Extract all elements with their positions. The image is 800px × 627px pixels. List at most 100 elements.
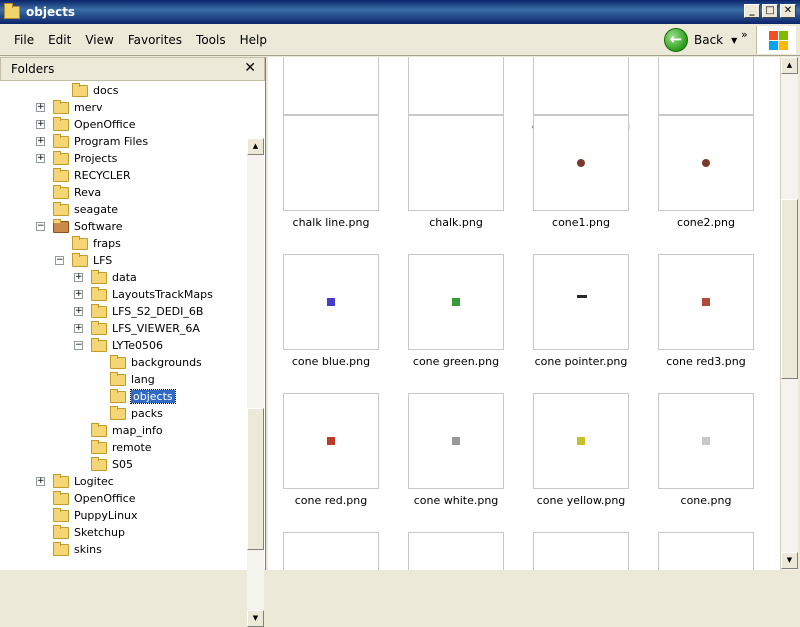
file-view-scrollbar[interactable]: ▲ ▼: [780, 57, 798, 570]
tree-expander-icon[interactable]: +: [74, 307, 83, 316]
window-title: objects: [26, 5, 76, 19]
tree-item[interactable]: packs: [110, 405, 163, 422]
tree-item[interactable]: S05: [91, 456, 133, 473]
tree-item[interactable]: − Software: [36, 218, 123, 235]
tree-item[interactable]: + OpenOffice: [36, 116, 136, 133]
maximize-button[interactable]: □: [762, 4, 778, 18]
tree-item[interactable]: fraps: [72, 235, 121, 252]
tree-item-label: packs: [131, 407, 163, 420]
tree-expander-icon[interactable]: +: [74, 273, 83, 282]
dropdown-arrow-icon[interactable]: ▼: [731, 36, 737, 45]
file-thumbnail[interactable]: [658, 254, 754, 350]
tree-item[interactable]: + LFS_VIEWER_6A: [74, 320, 200, 337]
file-thumbnail[interactable]: [658, 57, 754, 115]
file-thumbnail[interactable]: [283, 115, 379, 211]
file-thumbnail[interactable]: [283, 393, 379, 489]
tree-item-label: Logitec: [74, 475, 114, 488]
file-thumbnail[interactable]: [408, 532, 504, 570]
tree-item[interactable]: docs: [72, 82, 119, 99]
tree-item-label: LFS_S2_DEDI_6B: [112, 305, 204, 318]
file-thumbnail[interactable]: [533, 115, 629, 211]
tree-item[interactable]: + merv: [36, 99, 103, 116]
thumbnail-image: [452, 298, 460, 306]
thumbnail-image: [577, 295, 587, 298]
toolbar-overflow-icon[interactable]: »: [741, 28, 748, 41]
tree-item[interactable]: skins: [53, 541, 102, 558]
file-thumbnail[interactable]: [283, 254, 379, 350]
tree-item[interactable]: + LayoutsTrackMaps: [74, 286, 213, 303]
close-button[interactable]: ✕: [780, 4, 796, 18]
menu-view[interactable]: View: [79, 33, 119, 47]
tree-item[interactable]: Reva: [53, 184, 101, 201]
tree-expander-icon[interactable]: +: [36, 137, 45, 146]
tree-item[interactable]: + Logitec: [36, 473, 114, 490]
tree-expander-icon[interactable]: +: [36, 477, 45, 486]
scroll-thumb[interactable]: [781, 199, 798, 379]
file-thumbnail[interactable]: [533, 254, 629, 350]
menu-favorites[interactable]: Favorites: [122, 33, 188, 47]
scroll-down-icon[interactable]: ▼: [247, 610, 264, 627]
folders-pane-close-icon[interactable]: ✕: [244, 60, 256, 76]
file-thumbnail[interactable]: [658, 115, 754, 211]
scroll-down-icon[interactable]: ▼: [781, 552, 798, 569]
file-thumbnail[interactable]: [408, 254, 504, 350]
tree-item[interactable]: objects: [110, 388, 176, 405]
tree-item[interactable]: + Projects: [36, 150, 117, 167]
folder-tree-scrollbar[interactable]: ▲ ▼: [247, 138, 264, 627]
file-thumbnail[interactable]: [283, 57, 379, 115]
tree-expander-icon[interactable]: −: [55, 256, 64, 265]
scroll-up-icon[interactable]: ▲: [781, 57, 798, 74]
file-thumbnail[interactable]: [283, 532, 379, 570]
tree-expander-icon[interactable]: +: [36, 103, 45, 112]
tree-expander-icon[interactable]: +: [74, 290, 83, 299]
tree-item[interactable]: PuppyLinux: [53, 507, 138, 524]
tree-item[interactable]: OpenOffice: [53, 490, 136, 507]
tree-expander-icon[interactable]: −: [36, 222, 45, 231]
folder-icon: [53, 167, 69, 182]
back-button[interactable]: ← Back ▼: [664, 26, 737, 54]
folder-icon: [91, 337, 107, 352]
tree-item[interactable]: Sketchup: [53, 524, 125, 541]
folder-icon: [4, 2, 20, 19]
tree-item[interactable]: + data: [74, 269, 137, 286]
folder-icon: [53, 490, 69, 505]
file-name-label: chalk line.png: [292, 216, 370, 229]
folder-icon: [53, 541, 69, 556]
minimize-button[interactable]: _: [744, 4, 760, 18]
menu-file[interactable]: File: [8, 33, 40, 47]
file-thumbnail[interactable]: [533, 532, 629, 570]
thumbnail-image: [327, 298, 335, 306]
tree-item[interactable]: remote: [91, 439, 152, 456]
tree-item[interactable]: backgrounds: [110, 354, 202, 371]
scroll-thumb[interactable]: [247, 408, 264, 550]
folder-icon: [53, 473, 69, 488]
menu-help[interactable]: Help: [234, 33, 273, 47]
file-thumbnail[interactable]: [658, 532, 754, 570]
menu-edit[interactable]: Edit: [42, 33, 77, 47]
tree-item-label: remote: [112, 441, 152, 454]
tree-item[interactable]: lang: [110, 371, 155, 388]
tree-item[interactable]: + LFS_S2_DEDI_6B: [74, 303, 204, 320]
file-thumbnail[interactable]: [408, 115, 504, 211]
file-thumbnail[interactable]: [408, 393, 504, 489]
scroll-up-icon[interactable]: ▲: [247, 138, 264, 155]
file-thumbnail[interactable]: [533, 57, 629, 115]
tree-item[interactable]: RECYCLER: [53, 167, 131, 184]
tree-expander-icon[interactable]: +: [36, 120, 45, 129]
tree-item[interactable]: map_info: [91, 422, 163, 439]
menu-tools[interactable]: Tools: [190, 33, 232, 47]
file-thumbnail[interactable]: [408, 57, 504, 115]
tree-expander-icon[interactable]: +: [74, 324, 83, 333]
file-thumbnail[interactable]: [658, 393, 754, 489]
folder-icon: [110, 371, 126, 386]
tree-item[interactable]: − LYTe0506: [74, 337, 163, 354]
tree-expander-icon[interactable]: +: [36, 154, 45, 163]
tree-item[interactable]: − LFS: [55, 252, 112, 269]
tree-item-label: S05: [112, 458, 133, 471]
tree-item[interactable]: + Program Files: [36, 133, 148, 150]
back-arrow-icon: ←: [664, 28, 688, 52]
tree-expander-icon[interactable]: −: [74, 341, 83, 350]
file-thumbnail[interactable]: [533, 393, 629, 489]
folder-icon: [91, 303, 107, 318]
tree-item[interactable]: seagate: [53, 201, 118, 218]
